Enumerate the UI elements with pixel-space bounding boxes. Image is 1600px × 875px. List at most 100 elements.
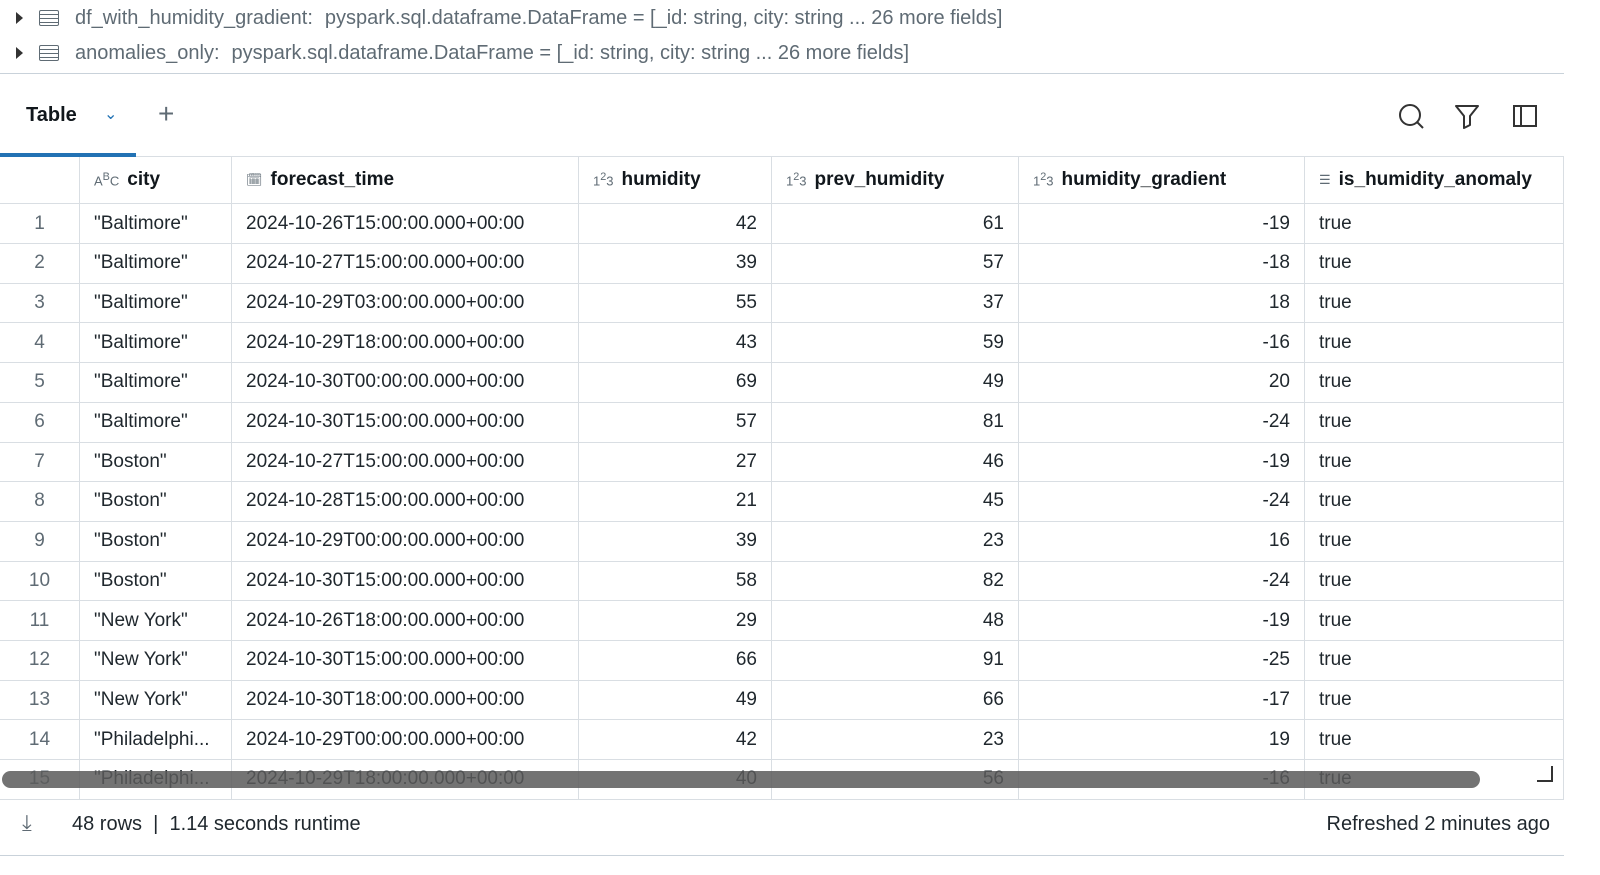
table-row[interactable]: 7 "Boston" 2024-10-27T15:00:00.000+00:00 27… xyxy=(0,442,1564,483)
dataframe-name: df_with_humidity_gradient: xyxy=(75,6,313,29)
column-header-is_humidity_anomaly[interactable]: ☰ is_humidity_anomaly xyxy=(1305,157,1564,203)
expand-triangle-icon[interactable] xyxy=(16,12,23,24)
column-header-humidity[interactable]: 123 humidity xyxy=(579,157,772,203)
cell-humidity_gradient: -18 xyxy=(1019,243,1305,283)
table-row[interactable]: 1 "Baltimore" 2024-10-26T15:00:00.000+00:0… xyxy=(0,204,1564,244)
expand-triangle-icon[interactable] xyxy=(16,47,23,59)
cell-forecast_time: 2024-10-30T15:00:00.000+00:00 xyxy=(232,640,579,680)
cell-humidity: 39 xyxy=(579,243,772,283)
row-index: 12 xyxy=(0,640,80,680)
cell-humidity: 43 xyxy=(579,323,772,363)
cell-humidity_gradient: -24 xyxy=(1019,481,1305,521)
row-index: 9 xyxy=(0,521,80,561)
cell-humidity_gradient: 20 xyxy=(1019,362,1305,402)
cell-prev_humidity: 81 xyxy=(772,402,1019,442)
cell-city: "Baltimore" xyxy=(80,283,232,323)
tab-label: Table xyxy=(26,104,77,126)
cell-is_humidity_anomaly: true xyxy=(1305,243,1564,283)
cell-humidity: 39 xyxy=(579,521,772,561)
download-icon[interactable]: ⤓ xyxy=(22,810,32,836)
table-row[interactable]: 14 "Philadelphi... 2024-10-29T00:00:00.000… xyxy=(0,720,1564,761)
cell-is_humidity_anomaly: true xyxy=(1305,362,1564,402)
cell-prev_humidity: 66 xyxy=(772,680,1019,720)
cell-forecast_time: 2024-10-29T00:00:00.000+00:00 xyxy=(232,521,579,561)
chevron-down-icon[interactable]: ⌄ xyxy=(104,104,117,124)
cell-humidity_gradient: -19 xyxy=(1019,204,1305,243)
horizontal-scrollbar[interactable] xyxy=(2,771,1480,788)
table-row[interactable]: 6 "Baltimore" 2024-10-30T15:00:00.000+00:0… xyxy=(0,402,1564,443)
cell-humidity_gradient: -16 xyxy=(1019,323,1305,363)
row-index: 8 xyxy=(0,481,80,521)
row-index: 7 xyxy=(0,442,80,482)
cell-humidity: 57 xyxy=(579,402,772,442)
table-row[interactable]: 11 "New York" 2024-10-26T18:00:00.000+00:0… xyxy=(0,601,1564,641)
table-row[interactable]: 5 "Baltimore" 2024-10-30T00:00:00.000+00:0… xyxy=(0,362,1564,403)
cell-city: "Baltimore" xyxy=(80,323,232,363)
cell-prev_humidity: 57 xyxy=(772,243,1019,283)
cell-is_humidity_anomaly: true xyxy=(1305,481,1564,521)
column-header-humidity_gradient[interactable]: 123 humidity_gradient xyxy=(1019,157,1305,203)
cell-is_humidity_anomaly: true xyxy=(1305,442,1564,482)
cell-prev_humidity: 61 xyxy=(772,204,1019,243)
table-row[interactable]: 8 "Boston" 2024-10-28T15:00:00.000+00:00 21… xyxy=(0,481,1564,522)
table-row[interactable]: 4 "Baltimore" 2024-10-29T18:00:00.000+00:0… xyxy=(0,323,1564,364)
cell-humidity_gradient: -25 xyxy=(1019,640,1305,680)
cell-forecast_time: 2024-10-26T18:00:00.000+00:00 xyxy=(232,601,579,640)
cell-humidity_gradient: -24 xyxy=(1019,561,1305,601)
cell-is_humidity_anomaly: true xyxy=(1305,720,1564,760)
table-row[interactable]: 12 "New York" 2024-10-30T15:00:00.000+00:0… xyxy=(0,640,1564,681)
cell-is_humidity_anomaly: true xyxy=(1305,561,1564,601)
cell-is_humidity_anomaly: true xyxy=(1305,204,1564,243)
table-row[interactable]: 2 "Baltimore" 2024-10-27T15:00:00.000+00:0… xyxy=(0,243,1564,284)
cell-city: "New York" xyxy=(80,601,232,640)
column-header-city[interactable]: ABC city xyxy=(80,157,232,203)
cell-forecast_time: 2024-10-27T15:00:00.000+00:00 xyxy=(232,442,579,482)
cell-forecast_time: 2024-10-30T18:00:00.000+00:00 xyxy=(232,680,579,720)
row-index: 6 xyxy=(0,402,80,442)
checklist-type-icon: ☰ xyxy=(1319,172,1331,187)
cell-is_humidity_anomaly: true xyxy=(1305,640,1564,680)
add-tab-icon[interactable]: + xyxy=(158,98,174,130)
table-row[interactable]: 10 "Boston" 2024-10-30T15:00:00.000+00:00 5… xyxy=(0,561,1564,602)
cell-humidity: 55 xyxy=(579,283,772,323)
row-index: 3 xyxy=(0,283,80,323)
cell-humidity: 66 xyxy=(579,640,772,680)
filter-icon[interactable] xyxy=(1453,102,1481,130)
cell-prev_humidity: 49 xyxy=(772,362,1019,402)
cell-humidity: 42 xyxy=(579,720,772,760)
cell-prev_humidity: 37 xyxy=(772,283,1019,323)
refreshed-status: Refreshed 2 minutes ago xyxy=(1326,813,1550,835)
cell-is_humidity_anomaly: true xyxy=(1305,680,1564,720)
column-header-prev_humidity[interactable]: 123 prev_humidity xyxy=(772,157,1019,203)
resize-handle-icon[interactable] xyxy=(1537,766,1553,782)
column-header-forecast_time[interactable]: 🗓 forecast_time xyxy=(232,157,579,203)
cell-prev_humidity: 91 xyxy=(772,640,1019,680)
table-row[interactable]: 13 "New York" 2024-10-30T18:00:00.000+00:0… xyxy=(0,680,1564,721)
row-index: 2 xyxy=(0,243,80,283)
cell-humidity_gradient: -17 xyxy=(1019,680,1305,720)
cell-city: "Baltimore" xyxy=(80,204,232,243)
cell-humidity_gradient: -19 xyxy=(1019,601,1305,640)
dataframe-line-2[interactable]: anomalies_only: pyspark.sql.dataframe.Da… xyxy=(0,36,909,70)
dataframe-line-1[interactable]: df_with_humidity_gradient: pyspark.sql.d… xyxy=(0,1,1002,35)
cell-humidity_gradient: -24 xyxy=(1019,402,1305,442)
cell-prev_humidity: 48 xyxy=(772,601,1019,640)
cell-humidity_gradient: -19 xyxy=(1019,442,1305,482)
cell-humidity_gradient: 18 xyxy=(1019,283,1305,323)
cell-city: "Boston" xyxy=(80,442,232,482)
cell-forecast_time: 2024-10-30T15:00:00.000+00:00 xyxy=(232,402,579,442)
table-row[interactable]: 3 "Baltimore" 2024-10-29T03:00:00.000+00:0… xyxy=(0,283,1564,324)
column-name: prev_humidity xyxy=(814,169,945,190)
cell-city: "Baltimore" xyxy=(80,362,232,402)
search-icon[interactable] xyxy=(1397,102,1425,130)
cell-humidity_gradient: 16 xyxy=(1019,521,1305,561)
cell-humidity: 27 xyxy=(579,442,772,482)
cell-is_humidity_anomaly: true xyxy=(1305,323,1564,363)
123-type-icon: 123 xyxy=(593,171,614,189)
side-panel-icon[interactable] xyxy=(1511,102,1539,130)
cell-humidity: 29 xyxy=(579,601,772,640)
cell-prev_humidity: 46 xyxy=(772,442,1019,482)
cell-city: "Philadelphi... xyxy=(80,720,232,760)
tab-table[interactable]: Table ⌄ xyxy=(0,74,136,157)
table-row[interactable]: 9 "Boston" 2024-10-29T00:00:00.000+00:00 39… xyxy=(0,521,1564,562)
